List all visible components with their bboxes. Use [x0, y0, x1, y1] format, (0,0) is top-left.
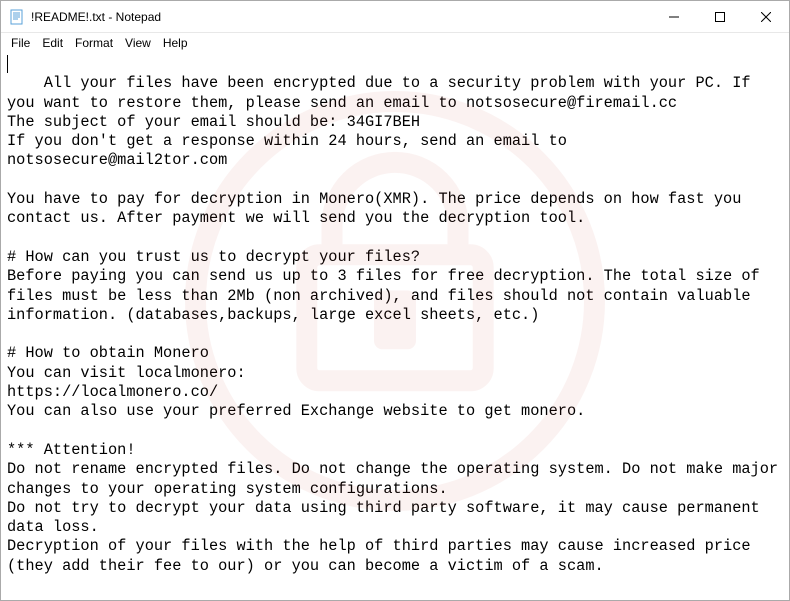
menu-format[interactable]: Format: [69, 35, 119, 51]
window-title: !README!.txt - Notepad: [31, 10, 651, 24]
minimize-button[interactable]: [651, 1, 697, 32]
close-button[interactable]: [743, 1, 789, 32]
window-controls: [651, 1, 789, 32]
maximize-button[interactable]: [697, 1, 743, 32]
notepad-window: !README!.txt - Notepad File Edit Format …: [0, 0, 790, 601]
menu-edit[interactable]: Edit: [36, 35, 69, 51]
titlebar[interactable]: !README!.txt - Notepad: [1, 1, 789, 33]
notepad-icon: [9, 9, 25, 25]
menu-view[interactable]: View: [119, 35, 157, 51]
text-editor[interactable]: All your files have been encrypted due t…: [1, 53, 789, 600]
menu-file[interactable]: File: [5, 35, 36, 51]
menu-help[interactable]: Help: [157, 35, 194, 51]
document-body: All your files have been encrypted due t…: [7, 74, 787, 574]
menubar: File Edit Format View Help: [1, 33, 789, 53]
text-caret: [7, 55, 8, 73]
